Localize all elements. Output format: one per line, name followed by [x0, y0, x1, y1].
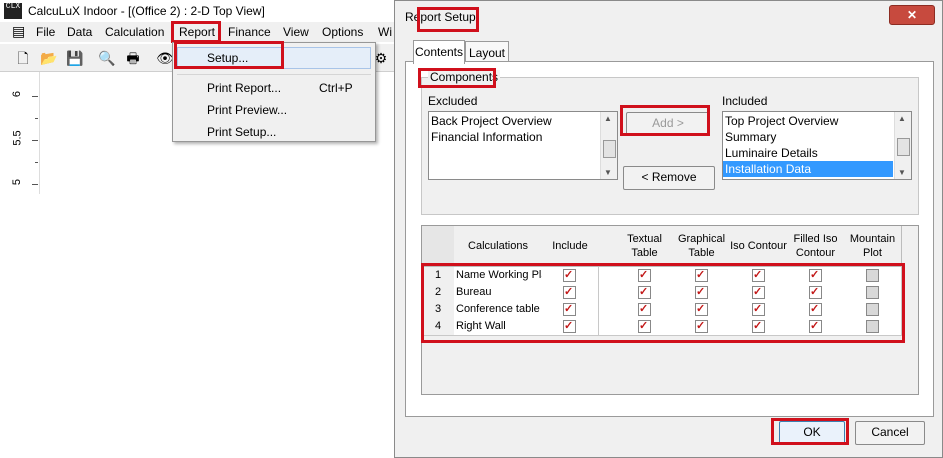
- list-item[interactable]: Back Project Overview: [431, 113, 552, 129]
- components-group: Components Excluded Included Back Projec…: [421, 70, 919, 215]
- ruler-tick: [32, 96, 38, 97]
- header-iso-contour: Iso Contour: [730, 226, 788, 267]
- excluded-label: Excluded: [428, 94, 478, 108]
- vertical-ruler: 6 5.5 5: [0, 72, 40, 194]
- included-scrollbar[interactable]: ▲ ▼: [894, 112, 911, 179]
- app-logo-icon: CLX: [4, 3, 22, 19]
- scroll-down-icon[interactable]: ▼: [604, 168, 612, 177]
- add-button-highlight: [620, 105, 710, 136]
- cancel-button[interactable]: Cancel: [855, 421, 925, 445]
- tab-contents[interactable]: Contents: [413, 40, 465, 64]
- ruler-tick: [35, 162, 38, 163]
- menu-view[interactable]: View: [283, 25, 309, 39]
- document-menu-icon[interactable]: ▤: [12, 23, 25, 40]
- header-textual-table: Textual Table: [616, 226, 674, 267]
- header-filled-iso-contour: Filled Iso Contour: [787, 226, 845, 267]
- scroll-thumb[interactable]: [897, 138, 910, 156]
- grid-corner: [422, 226, 455, 267]
- ruler-label: 5.5: [11, 130, 24, 146]
- new-file-icon[interactable]: 🗋: [14, 49, 32, 67]
- save-icon[interactable]: 💾: [66, 49, 84, 67]
- list-item-selected[interactable]: Installation Data: [723, 161, 893, 177]
- report-setup-dialog: Report Setup ✕ Contents Layout Component…: [394, 0, 943, 458]
- dropdown-item-print-preview[interactable]: Print Preview...: [207, 103, 287, 117]
- header-mountain-plot: Mountain Plot: [844, 226, 902, 267]
- header-calculations: Calculations: [454, 226, 543, 267]
- ruler-label: 6: [11, 90, 24, 98]
- ruler-tick: [32, 140, 38, 141]
- header-graphical-table: Graphical Table: [673, 226, 731, 267]
- app-window-title: CalcuLuX Indoor - [(Office 2) : 2-D Top …: [28, 4, 265, 18]
- ok-button-highlight: [771, 418, 849, 445]
- menu-data[interactable]: Data: [67, 25, 92, 39]
- setup-item-highlight: [174, 41, 284, 69]
- close-icon[interactable]: ✕: [889, 5, 935, 25]
- included-label: Included: [722, 94, 768, 108]
- components-highlight: [418, 68, 496, 88]
- ruler-tick: [35, 118, 38, 119]
- scroll-down-icon[interactable]: ▼: [898, 168, 906, 177]
- menu-calculation[interactable]: Calculation: [105, 25, 164, 39]
- grid-rows-highlight: [421, 263, 905, 343]
- excluded-list[interactable]: Back Project Overview Financial Informat…: [428, 111, 618, 180]
- header-spacer: [598, 226, 617, 267]
- list-item[interactable]: Luminaire Details: [725, 145, 818, 161]
- app-title-bar: CLX CalcuLuX Indoor - [(Office 2) : 2-D …: [0, 0, 394, 22]
- excluded-scrollbar[interactable]: ▲ ▼: [600, 112, 617, 179]
- ruler-tick: [32, 184, 38, 185]
- scroll-up-icon[interactable]: ▲: [604, 114, 612, 123]
- print-icon[interactable]: 🖶: [124, 49, 142, 67]
- menu-options[interactable]: Options: [322, 25, 363, 39]
- remove-button[interactable]: < Remove: [623, 166, 715, 190]
- print-report-shortcut: Ctrl+P: [319, 81, 353, 95]
- menu-file[interactable]: File: [36, 25, 55, 39]
- report-menu-highlight: [171, 21, 221, 43]
- header-include: Include: [542, 226, 599, 267]
- menu-divider: [177, 74, 371, 75]
- menu-finance[interactable]: Finance: [228, 25, 271, 39]
- list-item[interactable]: Top Project Overview: [725, 113, 838, 129]
- dropdown-item-print-report[interactable]: Print Report...: [207, 81, 281, 95]
- dialog-title-highlight: [417, 7, 479, 32]
- menu-window[interactable]: Wi: [378, 25, 392, 39]
- included-list[interactable]: Top Project Overview Summary Luminaire D…: [722, 111, 912, 180]
- scroll-thumb[interactable]: [603, 140, 616, 158]
- list-item[interactable]: Financial Information: [431, 129, 542, 145]
- print-preview-icon[interactable]: 🔍: [98, 49, 116, 67]
- list-item[interactable]: Summary: [725, 129, 776, 145]
- scroll-up-icon[interactable]: ▲: [898, 114, 906, 123]
- dropdown-item-print-setup[interactable]: Print Setup...: [207, 125, 276, 139]
- ruler-label: 5: [11, 178, 24, 186]
- open-folder-icon[interactable]: 📂: [40, 49, 58, 67]
